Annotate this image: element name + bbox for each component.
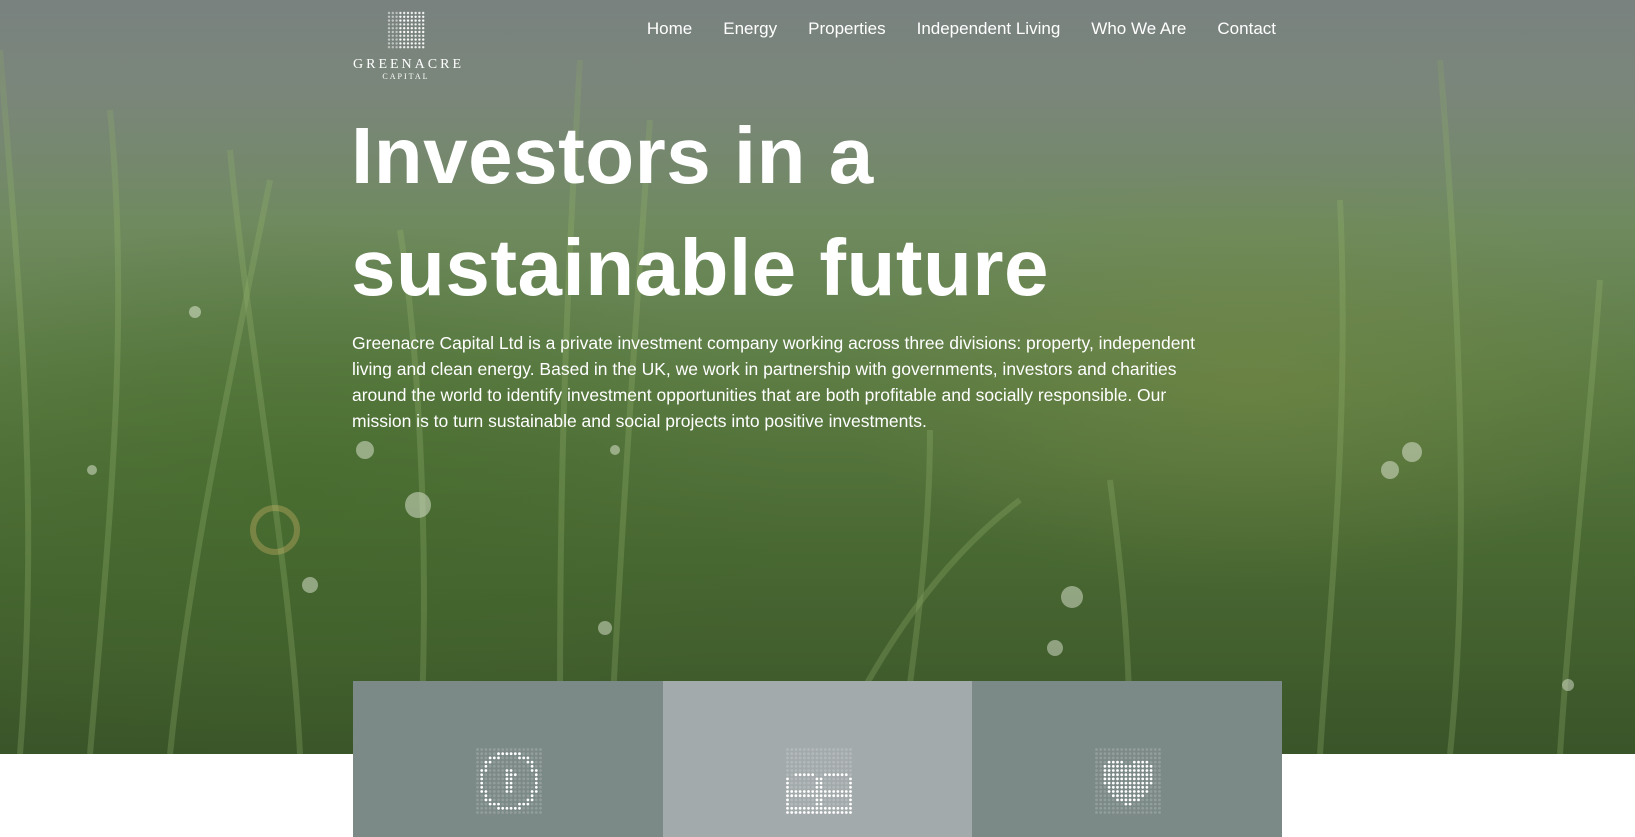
hero-intro-text: Greenacre Capital Ltd is a private inves…	[352, 333, 1196, 431]
nav-link-contact[interactable]: Contact	[1217, 19, 1276, 39]
heart-icon	[1095, 748, 1161, 814]
energy-icon	[476, 748, 542, 814]
nav-link-who-we-are[interactable]: Who We Are	[1091, 19, 1186, 39]
hero-headline: Investors in a sustainable future	[351, 100, 1251, 324]
nav-link-properties[interactable]: Properties	[808, 19, 885, 39]
hero-headline-line-2: sustainable future	[351, 223, 1050, 312]
hero-background: GREENACRE CAPITAL Home Energy Properties…	[0, 0, 1635, 754]
logo-dot-grid-icon	[387, 11, 425, 49]
division-cards	[353, 681, 1282, 837]
division-card-properties[interactable]	[663, 681, 972, 837]
logo-wordmark: GREENACRE	[353, 57, 464, 72]
logo-tagline: CAPITAL	[382, 72, 430, 81]
division-card-independent-living[interactable]	[972, 681, 1282, 837]
nav-link-energy[interactable]: Energy	[723, 19, 777, 39]
main-nav: Home Energy Properties Independent Livin…	[647, 19, 1276, 39]
nav-link-independent-living[interactable]: Independent Living	[917, 19, 1061, 39]
properties-icon	[786, 748, 852, 814]
hero-headline-line-1: Investors in a	[351, 111, 874, 200]
nav-link-home[interactable]: Home	[647, 19, 692, 39]
division-card-energy[interactable]	[353, 681, 663, 837]
greenacre-logo[interactable]: GREENACRE CAPITAL	[353, 10, 464, 82]
